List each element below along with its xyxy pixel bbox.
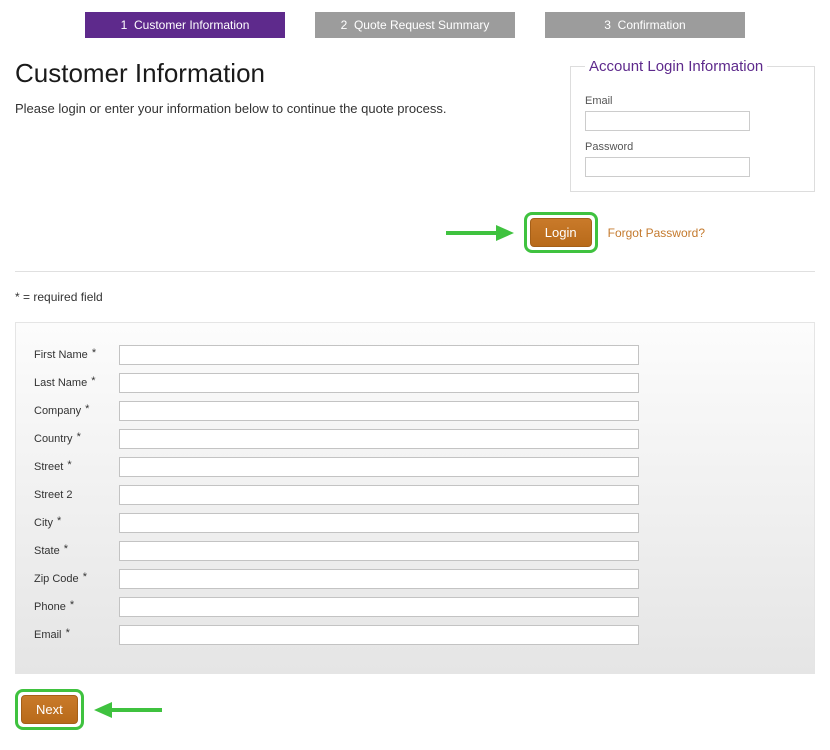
field-label: Company * — [34, 405, 119, 417]
login-password-label: Password — [585, 141, 800, 153]
login-legend: Account Login Information — [585, 58, 767, 75]
field-label-text: Phone — [34, 601, 66, 613]
required-asterisk: * — [80, 571, 87, 583]
form-row: Email * — [34, 625, 796, 645]
step-number: 3 — [604, 18, 611, 32]
company-input[interactable] — [119, 401, 639, 421]
street-2-input[interactable] — [119, 485, 639, 505]
street-input[interactable] — [119, 457, 639, 477]
field-label: Zip Code * — [34, 573, 119, 585]
form-row: First Name * — [34, 345, 796, 365]
required-asterisk: * — [54, 515, 61, 527]
field-label-text: Zip Code — [34, 573, 79, 585]
required-field-note: * = required field — [15, 290, 815, 304]
page-title: Customer Information — [15, 58, 570, 89]
field-label: First Name * — [34, 349, 119, 361]
field-label-text: Company — [34, 405, 81, 417]
step-number: 2 — [341, 18, 348, 32]
arrow-right-icon — [444, 223, 514, 243]
form-row: Street * — [34, 457, 796, 477]
required-asterisk: * — [82, 403, 89, 415]
field-label-text: State — [34, 545, 60, 557]
required-asterisk: * — [89, 347, 96, 359]
progress-steps: 1 Customer Information 2 Quote Request S… — [15, 0, 815, 53]
field-label-text: Street — [34, 461, 63, 473]
required-asterisk: * — [88, 375, 95, 387]
field-label-text: Country — [34, 433, 73, 445]
email-input[interactable] — [119, 625, 639, 645]
first-name-input[interactable] — [119, 345, 639, 365]
field-label: Street * — [34, 461, 119, 473]
required-asterisk: * — [61, 543, 68, 555]
next-button-highlight: Next — [15, 689, 84, 730]
login-email-input[interactable] — [585, 111, 750, 131]
field-label-text: First Name — [34, 349, 88, 361]
login-panel: Account Login Information Email Password — [570, 58, 815, 192]
field-label: Country * — [34, 433, 119, 445]
required-asterisk: * — [67, 599, 74, 611]
required-asterisk: * — [63, 627, 70, 639]
step-label: Customer Information — [134, 18, 249, 32]
form-row: Country * — [34, 429, 796, 449]
step-customer-information[interactable]: 1 Customer Information — [85, 12, 285, 38]
form-row: Company * — [34, 401, 796, 421]
field-label: Phone * — [34, 601, 119, 613]
login-email-label: Email — [585, 95, 800, 107]
login-button-highlight: Login — [524, 212, 598, 253]
customer-form: First Name *Last Name *Company *Country … — [15, 322, 815, 674]
step-label: Confirmation — [618, 18, 686, 32]
field-label: City * — [34, 517, 119, 529]
step-number: 1 — [121, 18, 128, 32]
state-input[interactable] — [119, 541, 639, 561]
country-input[interactable] — [119, 429, 639, 449]
login-button[interactable]: Login — [530, 218, 592, 247]
form-row: Last Name * — [34, 373, 796, 393]
step-quote-request-summary[interactable]: 2 Quote Request Summary — [315, 12, 515, 38]
next-button[interactable]: Next — [21, 695, 78, 724]
form-row: Street 2 — [34, 485, 796, 505]
field-label-text: City — [34, 517, 53, 529]
last-name-input[interactable] — [119, 373, 639, 393]
form-row: Phone * — [34, 597, 796, 617]
required-asterisk: * — [64, 459, 71, 471]
city-input[interactable] — [119, 513, 639, 533]
field-label-text: Street 2 — [34, 489, 73, 501]
form-row: City * — [34, 513, 796, 533]
field-label: Street 2 — [34, 489, 119, 501]
field-label: State * — [34, 545, 119, 557]
zip-code-input[interactable] — [119, 569, 639, 589]
form-row: Zip Code * — [34, 569, 796, 589]
phone-input[interactable] — [119, 597, 639, 617]
login-password-input[interactable] — [585, 157, 750, 177]
page-subtitle: Please login or enter your information b… — [15, 101, 570, 116]
step-confirmation[interactable]: 3 Confirmation — [545, 12, 745, 38]
forgot-password-link[interactable]: Forgot Password? — [608, 226, 705, 240]
field-label-text: Last Name — [34, 377, 87, 389]
field-label: Last Name * — [34, 377, 119, 389]
arrow-left-icon — [94, 700, 164, 720]
step-label: Quote Request Summary — [354, 18, 489, 32]
form-row: State * — [34, 541, 796, 561]
required-asterisk: * — [74, 431, 81, 443]
